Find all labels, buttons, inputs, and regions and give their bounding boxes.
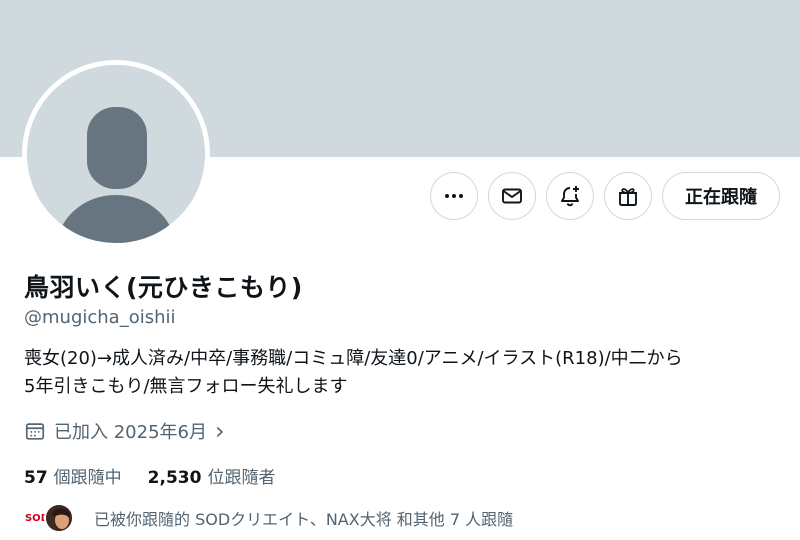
profile-bio: 喪女(20)→成人済み/中卒/事務職/コミュ障/友達0/アニメ/イラスト(R18… — [24, 345, 784, 401]
bio-line: 5年引きこもり/無言フォロー失礼します — [24, 376, 348, 397]
notify-button[interactable] — [546, 172, 594, 220]
following-count: 57 — [24, 468, 48, 488]
profile-actions: 正在跟隨 — [430, 172, 780, 220]
profile-avatar[interactable] — [22, 60, 210, 248]
mutual-avatars: SOD — [22, 503, 82, 533]
following-button[interactable]: 正在跟隨 — [662, 172, 780, 220]
user-handle: @mugicha_oishii — [24, 307, 176, 328]
followers-count: 2,530 — [147, 468, 202, 488]
followers-you-know[interactable]: SOD 已被你跟隨的 SODクリエイト、NAX大将 和其他 7 人跟隨 — [22, 503, 513, 533]
joined-date[interactable]: 已加入 2025年6月 › — [24, 418, 225, 444]
joined-text: 已加入 2025年6月 — [54, 422, 207, 443]
mail-icon — [502, 188, 522, 204]
gift-button[interactable] — [604, 172, 652, 220]
followers-stat[interactable]: 2,530 位跟隨者 — [148, 463, 276, 488]
followed-by-text: 已被你跟隨的 SODクリエイト、NAX大将 和其他 7 人跟隨 — [94, 510, 514, 529]
followers-label: 位跟隨者 — [207, 468, 276, 488]
bell-plus-icon — [561, 186, 579, 207]
default-avatar-icon — [27, 65, 205, 243]
following-stat[interactable]: 57 個跟隨中 — [24, 463, 122, 488]
message-button[interactable] — [488, 172, 536, 220]
more-icon — [445, 194, 463, 198]
mutual-avatar-nax — [44, 503, 74, 533]
gift-icon — [619, 188, 637, 206]
more-button[interactable] — [430, 172, 478, 220]
following-label: 個跟隨中 — [53, 468, 122, 488]
bio-line: 喪女(20)→成人済み/中卒/事務職/コミュ障/友達0/アニメ/イラスト(R18… — [24, 348, 683, 369]
chevron-right-icon: › — [214, 417, 225, 445]
calendar-icon — [25, 423, 45, 440]
follow-stats: 57 個跟隨中 2,530 位跟隨者 — [24, 463, 275, 488]
display-name: 鳥羽いく(元ひきこもり) — [24, 273, 303, 302]
